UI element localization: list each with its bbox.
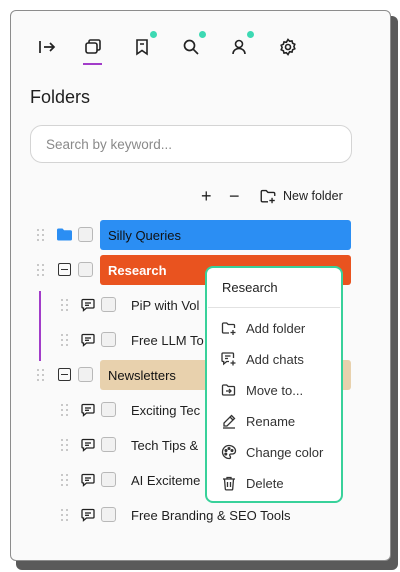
- chat-label: Tech Tips &: [131, 438, 199, 453]
- chat-icon: [81, 333, 95, 347]
- chat-checkbox[interactable]: [101, 402, 116, 417]
- folder-row-silly-queries[interactable]: Silly Queries: [11, 220, 390, 250]
- chat-icon: [81, 508, 95, 522]
- menu-item-add-chats[interactable]: Add chats: [221, 349, 304, 369]
- folder-checkbox[interactable]: [78, 262, 93, 277]
- folder-label-chip[interactable]: Silly Queries: [100, 220, 351, 250]
- search-icon[interactable]: [179, 31, 206, 59]
- drag-handle-icon[interactable]: [37, 369, 45, 381]
- add-folder-icon: [221, 322, 236, 335]
- drag-handle-icon[interactable]: [37, 229, 45, 241]
- chat-icon: [81, 403, 95, 417]
- menu-item-label: Rename: [246, 413, 296, 429]
- collapse-all-button[interactable]: −: [229, 186, 240, 206]
- chat-checkbox[interactable]: [101, 507, 116, 522]
- drag-handle-icon[interactable]: [61, 404, 69, 416]
- chat-label: Exciting Tec: [131, 403, 201, 418]
- chat-icon: [81, 438, 95, 452]
- user-icon[interactable]: [227, 31, 254, 59]
- collapse-toggle-icon[interactable]: [58, 368, 71, 381]
- palette-icon: [221, 444, 237, 460]
- folder-icon: [57, 228, 72, 241]
- folder-label: Research: [108, 262, 167, 278]
- chat-icon: [81, 298, 95, 312]
- chat-checkbox[interactable]: [101, 472, 116, 487]
- icon-bar: [11, 11, 390, 71]
- pencil-icon: [223, 414, 236, 429]
- trash-icon: [223, 476, 235, 491]
- folder-checkbox[interactable]: [78, 227, 93, 242]
- collapse-sidebar-icon[interactable]: [35, 35, 59, 59]
- drag-handle-icon[interactable]: [61, 439, 69, 451]
- drag-handle-icon[interactable]: [61, 334, 69, 346]
- menu-item-label: Move to...: [246, 382, 304, 398]
- search-input[interactable]: [30, 125, 352, 163]
- notification-dot: [150, 31, 157, 38]
- drag-handle-icon[interactable]: [61, 299, 69, 311]
- menu-item-label: Delete: [246, 475, 284, 491]
- menu-divider: [208, 307, 340, 308]
- chat-label: Free LLM To: [131, 333, 204, 348]
- drag-handle-icon[interactable]: [37, 264, 45, 276]
- folder-checkbox[interactable]: [78, 367, 93, 382]
- context-menu-title: Research: [222, 280, 278, 295]
- collapse-toggle-icon[interactable]: [58, 263, 71, 276]
- menu-item-label: Change color: [246, 444, 324, 460]
- chat-label: AI Exciteme: [131, 473, 201, 488]
- notification-dot: [199, 31, 206, 38]
- folders-icon[interactable]: [81, 35, 105, 59]
- new-folder-icon: [260, 189, 276, 204]
- notification-dot: [247, 31, 254, 38]
- chat-label: PiP with Vol: [131, 298, 200, 313]
- chat-row[interactable]: Free Branding & SEO Tools: [11, 500, 390, 530]
- bookmark-icon[interactable]: [130, 31, 157, 59]
- add-chats-icon: [221, 352, 236, 366]
- chat-checkbox[interactable]: [101, 437, 116, 452]
- chat-checkbox[interactable]: [101, 297, 116, 312]
- settings-icon[interactable]: [276, 35, 300, 59]
- drag-handle-icon[interactable]: [61, 509, 69, 521]
- move-to-folder-icon: [221, 384, 236, 396]
- folder-label: Newsletters: [108, 367, 176, 383]
- menu-item-label: Add folder: [246, 320, 306, 336]
- chat-icon: [81, 473, 95, 487]
- expand-all-button[interactable]: +: [201, 186, 212, 206]
- menu-item-label: Add chats: [246, 351, 304, 367]
- folder-label: Silly Queries: [108, 227, 181, 243]
- menu-item-add-folder[interactable]: Add folder: [221, 318, 305, 338]
- menu-item-change-color[interactable]: Change color: [221, 442, 323, 462]
- new-folder-button[interactable]: New folder: [259, 186, 343, 206]
- chat-label: Free Branding & SEO Tools: [131, 508, 291, 523]
- drag-handle-icon[interactable]: [61, 474, 69, 486]
- folder-context-menu: Research Add folder Add chats Move to...…: [205, 266, 343, 503]
- menu-item-rename[interactable]: Rename: [221, 411, 295, 431]
- page-title: Folders: [30, 87, 91, 107]
- active-tab-indicator: [83, 63, 102, 65]
- chat-checkbox[interactable]: [101, 332, 116, 347]
- menu-item-delete[interactable]: Delete: [221, 473, 284, 493]
- new-folder-label: New folder: [283, 189, 343, 203]
- menu-item-move-to[interactable]: Move to...: [221, 380, 303, 400]
